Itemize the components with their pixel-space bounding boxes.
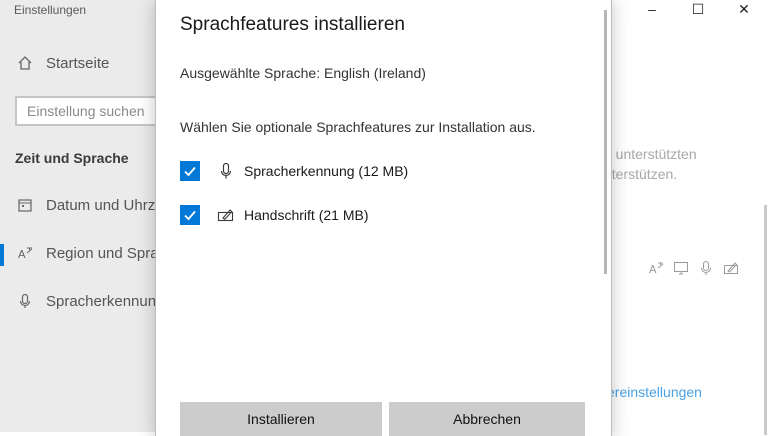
install-features-dialog: Sprachfeatures installieren Ausgewählte … — [156, 0, 611, 436]
feature-speech-recognition[interactable]: Spracherkennung (12 MB) — [180, 161, 408, 181]
feature-label: Handschrift (21 MB) — [244, 207, 369, 223]
microphone-icon — [216, 162, 236, 180]
feature-checkbox[interactable] — [180, 205, 200, 225]
settings-content-pane — [611, 0, 768, 432]
calendar-icon — [16, 196, 34, 214]
dialog-title: Sprachfeatures installieren — [180, 14, 405, 35]
selected-language-text: Ausgewählte Sprache: English (Ireland) — [180, 65, 426, 81]
cancel-button[interactable]: Abbrechen — [389, 402, 585, 436]
selection-indicator — [0, 244, 4, 266]
microphone-icon — [698, 260, 714, 281]
home-icon — [16, 54, 34, 72]
maximize-icon: ☐ — [691, 0, 705, 17]
close-icon: ✕ — [738, 0, 750, 17]
dialog-scrollbar[interactable] — [604, 10, 607, 274]
home-label: Startseite — [46, 54, 110, 72]
region-language-icon: A — [16, 244, 34, 262]
feature-label: Spracherkennung (12 MB) — [244, 163, 409, 179]
feature-handwriting[interactable]: Handschrift (21 MB) — [180, 205, 368, 225]
handwriting-icon — [216, 206, 236, 224]
display-language-icon — [673, 260, 689, 281]
sidebar-item-label: Spracherkennun — [46, 292, 157, 310]
settings-sidebar: Einstellungen Startseite Einstellung suc… — [0, 0, 165, 432]
search-input[interactable]: Einstellung suchen — [15, 96, 165, 126]
sidebar-item-region-language[interactable]: A Region und Spra — [16, 244, 159, 262]
close-button[interactable]: ✕ — [721, 0, 767, 18]
svg-text:A: A — [649, 263, 657, 276]
checkmark-icon — [184, 210, 196, 221]
maximize-button[interactable]: ☐ — [675, 0, 721, 18]
search-placeholder: Einstellung suchen — [27, 103, 145, 119]
background-text-line: n unterstützten — [604, 146, 697, 162]
instruction-text: Wählen Sie optionale Sprachfeatures zur … — [180, 119, 536, 135]
sidebar-item-speech[interactable]: Spracherkennun — [16, 292, 156, 310]
background-text-line: nterstützen. — [604, 166, 678, 182]
microphone-icon — [16, 292, 34, 310]
svg-text:A: A — [18, 248, 26, 261]
checkmark-icon — [184, 166, 196, 177]
section-heading: Zeit und Sprache — [15, 150, 129, 166]
feature-checkbox[interactable] — [180, 161, 200, 181]
related-settings-link[interactable]: ereinstellungen — [607, 384, 702, 400]
app-title: Einstellungen — [14, 3, 87, 17]
install-button[interactable]: Installieren — [180, 402, 382, 436]
handwriting-icon — [723, 260, 739, 281]
sidebar-item-label: Region und Spra — [46, 244, 159, 262]
language-feature-icons: A — [648, 260, 739, 281]
text-to-speech-icon: A — [648, 260, 664, 281]
minimize-button[interactable]: – — [629, 0, 675, 18]
minimize-icon: – — [648, 1, 656, 17]
home-nav-item[interactable]: Startseite — [16, 54, 109, 72]
sidebar-item-date-time[interactable]: Datum und Uhrz — [16, 196, 155, 214]
content-scrollbar[interactable] — [764, 205, 767, 435]
sidebar-item-label: Datum und Uhrz — [46, 196, 156, 214]
